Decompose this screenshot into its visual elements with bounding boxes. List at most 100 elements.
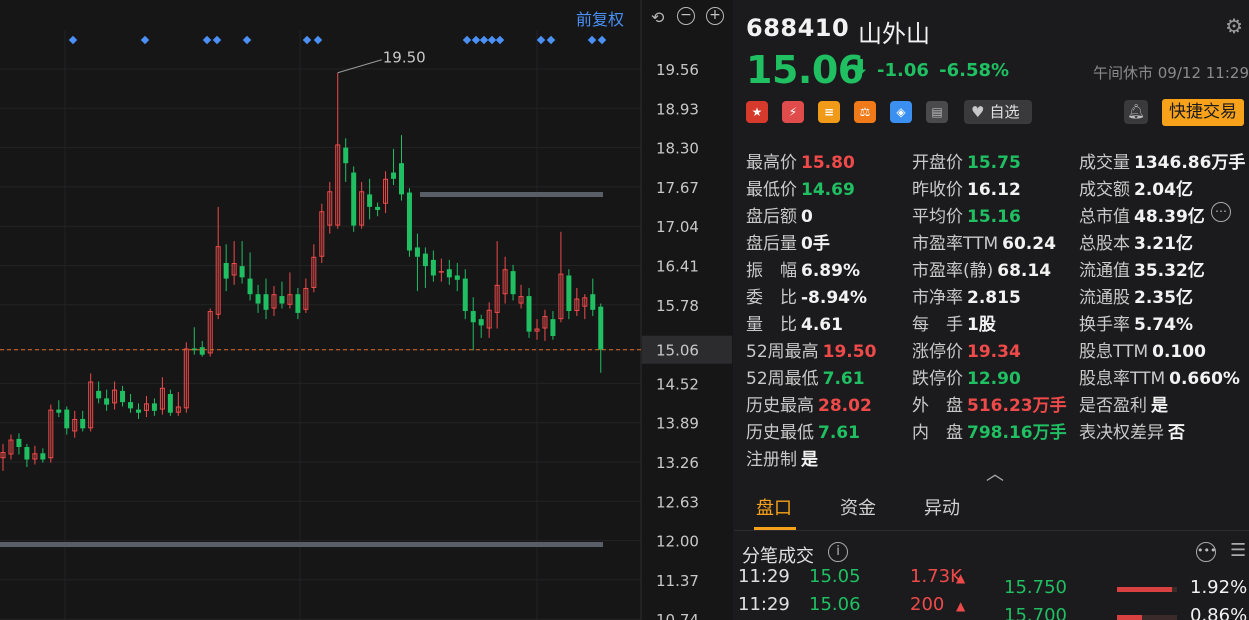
tab-capital[interactable]: 资金 [840,494,876,520]
y-tick-label: 12.63 [656,493,699,511]
stat-label: 成交额 [1079,180,1130,200]
stat-value: 5.74% [1134,315,1193,335]
y-tick-label: 18.93 [656,100,699,118]
level-bar-track [1117,615,1177,620]
kline-chart-pane[interactable]: 19.50 19.56 18.93 18.30 17.67 17.04 16.41 15.78… [0,0,733,620]
stat-label: 外 盘 [912,396,963,416]
candle [438,271,444,273]
candle [454,275,460,280]
info-icon[interactable]: i [828,542,848,562]
stat-value: 0手 [801,234,830,254]
candle [120,390,126,403]
candle [590,294,596,310]
change-percent: -6.58% [939,60,1010,81]
y-tick-label: 16.41 [656,258,699,276]
stat-item: 内 盘 798.16万手 [912,418,1067,443]
tab-anomaly[interactable]: 异动 [924,494,960,520]
candle [96,390,102,399]
stat-item: 涨停价 19.34 [912,337,1021,362]
zoom-in-icon[interactable]: + [706,7,724,25]
stat-item: 量 比 4.61 [746,310,843,335]
event-marker-icon [462,35,472,45]
y-tick-label: 13.89 [656,415,699,433]
notepad-icon[interactable]: ▤ [926,101,948,123]
stat-value: 1股 [967,315,996,335]
adjust-mode-button[interactable]: 前复权 [576,6,624,30]
heart-icon: ♥ [971,103,985,121]
candle [351,172,357,226]
stat-label: 注册制 [746,450,797,470]
stat-item: 是否盈利是 [1079,391,1168,416]
candle [128,402,134,409]
candle [510,271,516,295]
stat-value: 28.02 [818,396,872,416]
event-marker-icon [140,35,150,45]
stat-label: 流通值 [1079,261,1130,281]
stat-label: 昨收价 [912,180,963,200]
stat-label: 股息率TTM [1079,369,1166,389]
lightning-icon[interactable]: ⚡ [782,101,804,123]
candle [295,294,301,313]
stat-item: 股息率TTM 0.660% [1079,364,1240,389]
kline-chart[interactable]: 19.50 19.56 18.93 18.30 17.67 17.04 16.41 15.78… [0,0,733,620]
candle [414,247,420,257]
y-tick-label: 14.52 [656,375,699,393]
stat-label: 历史最高 [746,396,814,416]
event-marker-icon [546,35,556,45]
stat-item: 注册制是 [746,445,818,470]
stat-label: 盘后额 [746,207,797,227]
stat-item: 52周最低 7.61 [746,364,865,389]
more-icon[interactable]: ⋯ [1211,202,1231,222]
stat-item: 市盈率TTM 60.24 [912,229,1056,254]
zoom-out-icon[interactable]: − [677,7,695,25]
coins-icon[interactable]: ≡ [818,101,840,123]
stat-item: 开盘价 15.75 [912,148,1021,173]
bell-icon[interactable]: 🔔︎ [1124,100,1148,124]
stat-item: 流通值 35.32亿 [1079,256,1205,281]
stat-label: 平均价 [912,207,963,227]
settings-icon[interactable]: ⚙ [1225,14,1243,38]
collapse-caret-icon[interactable]: ︿ [986,460,1004,486]
stat-label: 52周最高 [746,342,819,362]
stat-item: 平均价 15.16 [912,202,1021,227]
scale-icon[interactable]: ⚖ [854,101,876,123]
candle [391,172,397,179]
stat-value: -8.94% [801,288,868,308]
y-tick-label: 13.26 [656,454,699,472]
undo-icon[interactable]: ⟲ [651,8,664,27]
tag-icon[interactable]: ◈ [890,101,912,123]
candle [104,398,110,405]
price-level-row: 15.750 1.92% [734,577,1249,603]
tab-order-book[interactable]: 盘口 [756,494,792,520]
candle [598,306,604,350]
stat-value: 0.660% [1169,369,1240,389]
stat-value: 6.89% [801,261,860,281]
stat-label: 股息TTM [1079,342,1149,362]
candle [566,275,572,312]
candle [151,403,157,411]
add-watchlist-button[interactable]: ♥ 自选 [964,100,1032,124]
stat-label: 委 比 [746,288,797,308]
stat-item: 振 幅 6.89% [746,256,860,281]
event-marker-icon [313,35,323,45]
level-percent: 0.86% [1190,605,1248,620]
cn-flag-icon[interactable]: ★ [746,101,768,123]
candle [550,319,556,336]
stat-value: 2.815 [967,288,1021,308]
stat-label: 最低价 [746,180,797,200]
quote-panel: 688410 山外山 ⚙ 15.06 ⬇ -1.06 -6.58% 午间休市 0… [734,0,1249,620]
stat-item: 表决权差异否 [1079,418,1185,443]
y-tick-label: 18.30 [656,140,699,158]
stat-value: 2.35亿 [1134,288,1193,308]
stat-item: 市净率 2.815 [912,283,1021,308]
list-icon[interactable]: ☰ [1230,540,1246,561]
quick-trade-button[interactable]: 快捷交易 [1162,99,1244,126]
more-icon[interactable]: ••• [1196,542,1216,562]
event-marker-icon [242,35,252,45]
stat-item: 总股本 3.21亿 [1079,229,1193,254]
stat-value: 516.23万手 [967,396,1067,416]
stat-label: 市净率 [912,288,963,308]
watch-label: 自选 [989,103,1020,121]
price-change: -1.06 -6.58% [877,60,1009,81]
event-marker-icon [495,35,505,45]
